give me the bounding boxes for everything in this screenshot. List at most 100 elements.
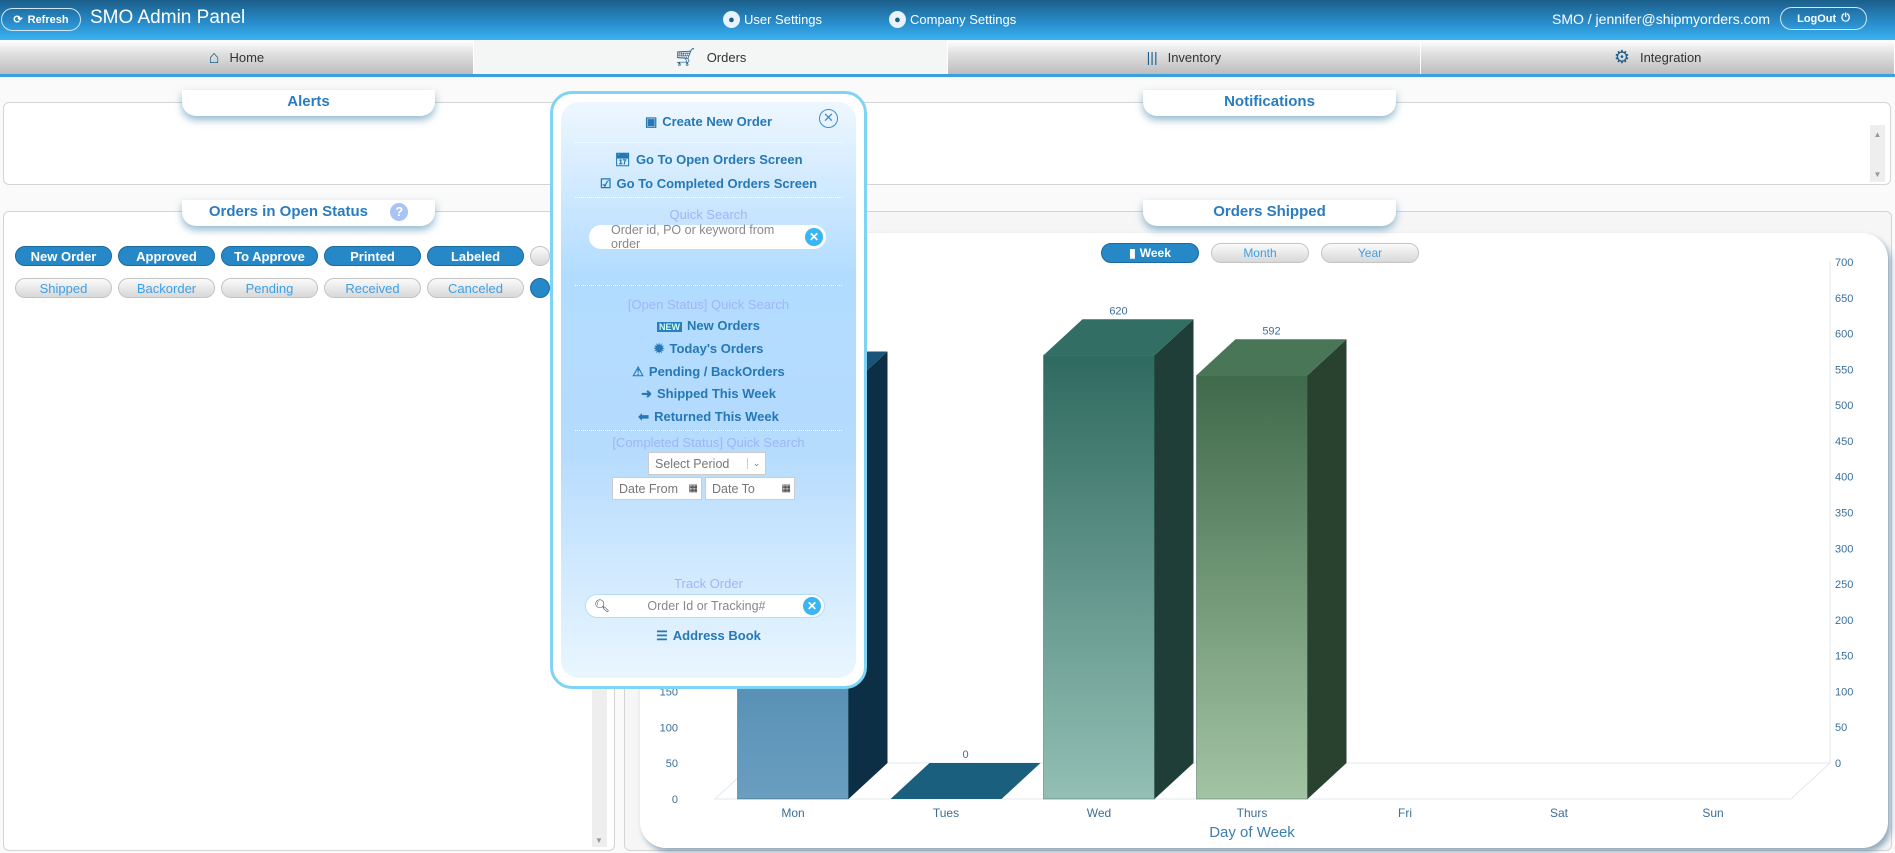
status-printed[interactable]: Printed bbox=[324, 246, 421, 266]
y-tick-label-right: 450 bbox=[1835, 436, 1853, 448]
y-tick-label-right: 550 bbox=[1835, 364, 1853, 376]
status-row-2: Shipped Backorder Pending Received Cance… bbox=[15, 278, 550, 298]
date-from-placeholder: Date From bbox=[619, 481, 679, 496]
user-label: SMO / jennifer@shipmyorders.com bbox=[1552, 11, 1771, 27]
logout-button[interactable]: LogOut ⏻ bbox=[1780, 7, 1867, 30]
quick-search-input[interactable]: Order id, PO or keyword from order ✕ bbox=[589, 223, 826, 251]
shipped-this-week-link[interactable]: ➜ Shipped This Week bbox=[561, 386, 856, 402]
todays-orders-link[interactable]: ✹ Today's Orders bbox=[561, 341, 856, 357]
x-tick-label: Tues bbox=[933, 806, 959, 820]
status-backorder[interactable]: Backorder bbox=[118, 278, 215, 298]
user-settings-link[interactable]: ● User Settings bbox=[723, 11, 822, 28]
data-label: 620 bbox=[1109, 305, 1127, 317]
status-shipped[interactable]: Shipped bbox=[15, 278, 112, 298]
cart-icon: 🛒︎ bbox=[673, 46, 697, 67]
open-orders-screen-link[interactable]: 📅︎ Go To Open Orders Screen bbox=[561, 152, 856, 168]
nav-orders[interactable]: 🛒︎ Orders bbox=[473, 40, 948, 74]
status-to-approve[interactable]: To Approve bbox=[221, 246, 318, 266]
x-tick-label: Fri bbox=[1398, 806, 1412, 820]
starburst-icon: ✹ bbox=[653, 341, 665, 356]
open-status-title: Orders in Open Status ? bbox=[182, 200, 435, 226]
clear-icon[interactable]: ✕ bbox=[805, 228, 823, 246]
status-received[interactable]: Received bbox=[324, 278, 421, 298]
new-orders-link[interactable]: NEW New Orders bbox=[561, 318, 856, 333]
company-settings-link[interactable]: ● Company Settings bbox=[889, 11, 1016, 28]
checkbox-icon: ☑ bbox=[599, 176, 612, 191]
bar-side bbox=[1307, 339, 1347, 799]
alerts-title: Alerts bbox=[182, 90, 435, 116]
y-tick-label-right: 100 bbox=[1835, 686, 1853, 698]
x-tick-label: Thurs bbox=[1237, 806, 1268, 820]
date-from-input[interactable]: Date From ▦ bbox=[612, 477, 702, 500]
help-icon[interactable]: ? bbox=[390, 203, 409, 221]
status-new-order[interactable]: New Order bbox=[15, 246, 112, 266]
period-month[interactable]: Month bbox=[1211, 243, 1309, 263]
open-status-panel: ▼ bbox=[3, 211, 615, 851]
nav-integration[interactable]: ⚙ Integration bbox=[1421, 40, 1895, 74]
todays-label: Today's Orders bbox=[669, 341, 764, 356]
y-tick-label-right: 250 bbox=[1835, 579, 1853, 591]
address-book-link[interactable]: ☰ Address Book bbox=[561, 628, 856, 644]
logout-label: LogOut bbox=[1797, 12, 1837, 25]
status-labeled[interactable]: Labeled bbox=[427, 246, 524, 266]
create-new-order-link[interactable]: ▣ Create New Order bbox=[561, 114, 856, 130]
group-icon: ● bbox=[889, 11, 906, 28]
gear-icon: ⚙ bbox=[1613, 46, 1630, 67]
select-period-label: Select Period bbox=[655, 456, 730, 471]
address-book-label: Address Book bbox=[672, 628, 761, 643]
y-tick-label-left: 100 bbox=[660, 722, 678, 734]
user-settings-label: User Settings bbox=[744, 12, 823, 27]
notifications-scrollbar[interactable]: ▲ ▼ bbox=[1870, 125, 1885, 182]
period-year[interactable]: Year bbox=[1321, 243, 1419, 263]
bar-chart-icon: ▮ bbox=[1129, 246, 1136, 260]
completed-orders-screen-link[interactable]: ☑ Go To Completed Orders Screen bbox=[561, 176, 856, 192]
track-order-input[interactable]: 🔍︎ Order Id or Tracking# ✕ bbox=[585, 594, 825, 618]
nav-integration-label: Integration bbox=[1639, 49, 1702, 65]
x-axis-title: Day of Week bbox=[1209, 824, 1295, 841]
close-icon[interactable]: ✕ bbox=[819, 109, 838, 128]
nav-orders-label: Orders bbox=[706, 49, 747, 65]
refresh-button[interactable]: ⟳ Refresh bbox=[1, 8, 81, 31]
divider bbox=[575, 430, 842, 431]
select-period-dropdown[interactable]: Select Period ⌄ bbox=[648, 452, 766, 475]
orders-shipped-title: Orders Shipped bbox=[1143, 200, 1396, 226]
refresh-label: Refresh bbox=[27, 13, 69, 26]
power-icon: ⏻ bbox=[1841, 12, 1850, 24]
arrow-left-icon: ⬅ bbox=[638, 409, 650, 424]
status-more-2[interactable] bbox=[530, 278, 550, 298]
date-to-placeholder: Date To bbox=[712, 481, 755, 496]
x-tick-label: Sun bbox=[1702, 806, 1723, 820]
bar-top bbox=[890, 763, 1041, 799]
period-toggle: ▮ Week Month Year bbox=[1101, 243, 1419, 263]
nav-home[interactable]: ⌂ Home bbox=[0, 40, 474, 74]
calendar-icon[interactable]: ▦ bbox=[689, 483, 698, 494]
completed-qs-label: [Completed Status] Quick Search bbox=[612, 435, 805, 450]
nav-inventory[interactable]: ||| Inventory bbox=[947, 40, 1422, 74]
x-tick-label: Sat bbox=[1550, 806, 1569, 820]
calendar-icon[interactable]: ▦ bbox=[782, 483, 791, 494]
status-more[interactable] bbox=[530, 246, 550, 266]
barcode-icon: ||| bbox=[1146, 49, 1158, 65]
y-tick-label-right: 650 bbox=[1835, 293, 1853, 305]
y-tick-label-right: 700 bbox=[1835, 257, 1853, 269]
y-tick-label-left: 50 bbox=[666, 758, 678, 770]
new-orders-label: New Orders bbox=[687, 318, 760, 333]
top-bar: ⟳ Refresh SMO Admin Panel ● User Settings … bbox=[0, 0, 1895, 40]
date-to-input[interactable]: Date To ▦ bbox=[705, 477, 795, 500]
status-pending[interactable]: Pending bbox=[221, 278, 318, 298]
pending-label: Pending / BackOrders bbox=[648, 364, 785, 379]
data-label: 592 bbox=[1262, 325, 1280, 337]
divider bbox=[575, 197, 842, 198]
status-canceled[interactable]: Canceled bbox=[427, 278, 524, 298]
bar-front bbox=[1043, 354, 1155, 800]
pending-backorders-link[interactable]: ⚠ Pending / BackOrders bbox=[561, 364, 856, 380]
track-order-label: Track Order bbox=[674, 576, 743, 591]
status-approved[interactable]: Approved bbox=[118, 246, 215, 266]
returned-this-week-link[interactable]: ⬅ Returned This Week bbox=[561, 409, 856, 425]
period-week[interactable]: ▮ Week bbox=[1101, 243, 1199, 263]
nav-home-label: Home bbox=[229, 49, 265, 65]
clear-icon[interactable]: ✕ bbox=[802, 597, 821, 615]
y-tick-label-left: 0 bbox=[672, 794, 678, 806]
quick-search-placeholder: Order id, PO or keyword from order bbox=[611, 223, 775, 251]
divider bbox=[575, 285, 842, 286]
